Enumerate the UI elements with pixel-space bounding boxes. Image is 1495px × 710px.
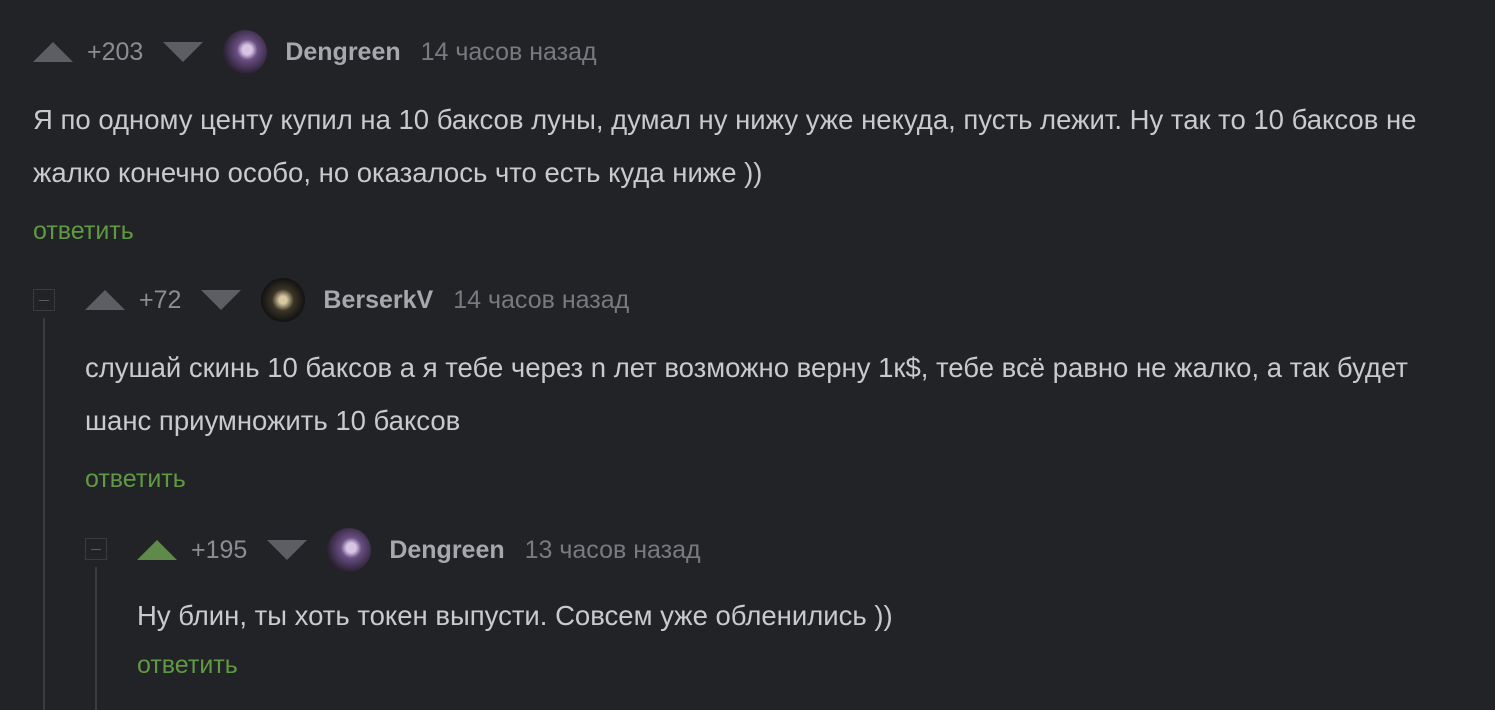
comment-header: +72 BerserkV 14 часов назад bbox=[85, 278, 1455, 322]
comment-header: +195 Dengreen 13 часов назад bbox=[137, 528, 1457, 572]
comment-header: +203 Dengreen 14 часов назад bbox=[33, 30, 1453, 74]
comment-text: слушай скинь 10 баксов а я тебе через n … bbox=[85, 352, 1408, 436]
upvote-icon[interactable] bbox=[85, 290, 125, 310]
comment-rating: +72 bbox=[139, 285, 182, 314]
comment-text: Ну блин, ты хоть токен выпусти. Совсем у… bbox=[137, 600, 893, 631]
thread-line bbox=[43, 318, 45, 710]
comment-rating: +195 bbox=[191, 535, 248, 564]
comment-time[interactable]: 13 часов назад bbox=[525, 536, 701, 565]
upvote-icon[interactable] bbox=[137, 540, 177, 560]
comment: +195 Dengreen 13 часов назад Ну блин, ты… bbox=[137, 528, 1457, 680]
comment-time[interactable]: 14 часов назад bbox=[421, 38, 597, 67]
thread-line bbox=[95, 567, 97, 710]
avatar[interactable] bbox=[327, 528, 372, 572]
comment-time[interactable]: 14 часов назад bbox=[453, 286, 629, 315]
comment-text: Я по одному центу купил на 10 баксов лун… bbox=[33, 104, 1417, 188]
comment-author[interactable]: BerserkV bbox=[323, 286, 433, 315]
comment-rating: +203 bbox=[87, 37, 144, 66]
comments-page: +203 Dengreen 14 часов назад Я по одному… bbox=[0, 0, 1495, 710]
downvote-icon[interactable] bbox=[201, 290, 242, 310]
collapse-thread-button[interactable] bbox=[33, 289, 55, 311]
downvote-icon[interactable] bbox=[163, 42, 204, 62]
avatar[interactable] bbox=[223, 30, 268, 74]
reply-link[interactable]: ответить bbox=[137, 651, 238, 680]
comment: +203 Dengreen 14 часов назад Я по одному… bbox=[33, 30, 1453, 246]
comment-author[interactable]: Dengreen bbox=[389, 536, 504, 565]
reply-link[interactable]: ответить bbox=[33, 217, 134, 246]
comment: +72 BerserkV 14 часов назад слушай скинь… bbox=[85, 278, 1455, 494]
upvote-icon[interactable] bbox=[33, 42, 73, 62]
downvote-icon[interactable] bbox=[267, 540, 308, 560]
comment-author[interactable]: Dengreen bbox=[285, 38, 400, 67]
collapse-thread-button[interactable] bbox=[85, 538, 107, 560]
reply-link[interactable]: ответить bbox=[85, 465, 186, 494]
avatar[interactable] bbox=[261, 278, 306, 322]
